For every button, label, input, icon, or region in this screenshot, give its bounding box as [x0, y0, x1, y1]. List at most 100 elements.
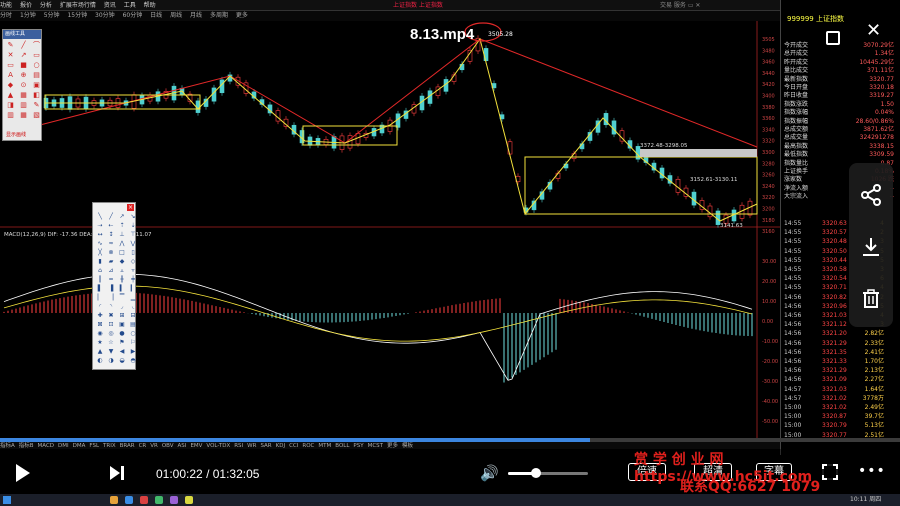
line-tool-icon[interactable]: ◜	[95, 303, 105, 311]
line-tool-icon[interactable]: ╫	[117, 276, 127, 284]
period-15min[interactable]: 15分钟	[67, 12, 87, 19]
line-tool-icon[interactable]: ▤	[128, 321, 138, 329]
line-tool-icon[interactable]: ↗	[117, 213, 127, 221]
line-tool-icon[interactable]: ▕	[106, 294, 116, 302]
line-tool-icon[interactable]: ⊡	[106, 321, 116, 329]
menu-item-ext-market[interactable]: 扩展市场行情	[60, 2, 96, 9]
period-week[interactable]: 周线	[170, 12, 182, 19]
draw-tool-icon[interactable]: ▦	[18, 111, 29, 120]
line-tool-icon[interactable]: □	[117, 249, 127, 257]
download-icon[interactable]	[849, 235, 893, 275]
draw-tool-icon[interactable]: ✎	[31, 101, 42, 110]
period-1min[interactable]: 1分钟	[20, 12, 36, 19]
line-tool-icon[interactable]: ◒	[117, 357, 127, 365]
menu-item-news[interactable]: 资讯	[104, 2, 116, 9]
volume-knob[interactable]	[531, 468, 541, 478]
line-tool-icon[interactable]: ╳	[95, 249, 105, 257]
line-tool-icon[interactable]: ⊠	[95, 321, 105, 329]
line-tool-icon[interactable]: ⊥	[117, 231, 127, 239]
draw-tool-icon[interactable]: ▣	[31, 81, 42, 90]
period-more[interactable]: 更多	[236, 12, 248, 19]
draw-tool-icon[interactable]: ○	[31, 61, 42, 70]
line-tool-icon[interactable]: ≈	[106, 240, 116, 248]
line-tool-icon[interactable]: ◎	[106, 330, 116, 338]
line-tool-icon[interactable]: ⚑	[117, 339, 127, 347]
line-tool-icon[interactable]: ⊗	[106, 249, 116, 257]
line-tool-icon[interactable]: ●	[117, 330, 127, 338]
draw-tool-icon[interactable]: ✕	[5, 51, 16, 60]
line-tool-icon[interactable]: ⊿	[106, 267, 116, 275]
app-icon-media[interactable]	[169, 496, 178, 504]
drawing-toolbox[interactable]: 画线工具 ✎ ╱ ⌒ ✕ ↗ ▭ ▭ ■ ○ A ⊕ ▤ ◆ ⊙ ▣ ▲ ▦ ◧ ◨ ▥ ✎ ▥ ▦ ▧ 显示画线	[2, 29, 42, 141]
line-tool-icon[interactable]: ╱	[106, 213, 116, 221]
menu-item-quote[interactable]: 报价	[20, 2, 32, 9]
line-tool-icon[interactable]: ⇠	[106, 222, 116, 230]
draw-tool-icon[interactable]: ↗	[18, 51, 29, 60]
line-tool-icon[interactable]: ◉	[95, 330, 105, 338]
draw-tool-icon[interactable]: ⌒	[31, 41, 42, 50]
period-intraday[interactable]: 分时	[0, 12, 12, 19]
line-tools-palette[interactable]: × ╲ ╱ ↗ ↘ ⇢ ⇠ ⇡ ⇣ ↔ ↕ ⊥ ⊤ ∿ ≈ ⋀ ⋁ ╳ ⊗ □ ▯ ▮ ▰ ◆ ◇ ⌂ ⊿ ▵ ▿ ║ ═ ╫ ╪ ▌ ▐ ▍ ▎ ▏ ▕…	[92, 202, 136, 370]
line-tool-icon[interactable]: ▎	[128, 285, 138, 293]
draw-tool-icon[interactable]: ▤	[31, 71, 42, 80]
draw-tool-icon[interactable]: ✎	[5, 41, 16, 50]
line-tool-icon[interactable]: ✖	[106, 312, 116, 320]
draw-tool-icon[interactable]: ◧	[31, 91, 42, 100]
app-icon-chat[interactable]	[154, 496, 163, 504]
line-tool-icon[interactable]: ◀	[117, 348, 127, 356]
line-tool-icon[interactable]: ▼	[106, 348, 116, 356]
line-tool-icon[interactable]: ▐	[106, 285, 116, 293]
draw-tool-icon[interactable]: ▦	[18, 91, 29, 100]
app-icon-folder[interactable]	[110, 496, 118, 504]
draw-tool-icon[interactable]: ■	[18, 61, 29, 70]
draw-tool-icon[interactable]: ▧	[31, 111, 42, 120]
line-tool-icon[interactable]: ▵	[117, 267, 127, 275]
line-tool-icon[interactable]: ◆	[117, 258, 127, 266]
draw-tool-icon[interactable]: ◨	[5, 101, 16, 110]
line-tool-icon[interactable]: ▯	[128, 249, 138, 257]
share-icon[interactable]	[849, 183, 893, 223]
period-5min[interactable]: 5分钟	[44, 12, 60, 19]
period-day[interactable]: 日线	[150, 12, 162, 19]
line-tool-icon[interactable]: ◞	[117, 303, 127, 311]
line-tool-icon[interactable]: ☆	[106, 339, 116, 347]
video-progress-bar[interactable]	[0, 438, 900, 442]
line-tool-icon[interactable]: ⇣	[128, 222, 138, 230]
menu-item-analysis[interactable]: 分析	[40, 2, 52, 9]
menu-item-tools[interactable]: 工具	[124, 2, 136, 9]
line-tool-icon[interactable]: ⋀	[117, 240, 127, 248]
line-tool-icon[interactable]: ⋁	[128, 240, 138, 248]
draw-tool-icon[interactable]: ⊕	[18, 71, 29, 80]
line-tool-icon[interactable]: ╲	[95, 213, 105, 221]
line-tool-icon[interactable]: ▶	[128, 348, 138, 356]
line-tool-icon[interactable]: ▍	[117, 285, 127, 293]
line-tool-icon[interactable]: ◓	[128, 357, 138, 365]
line-tool-icon[interactable]: ▌	[95, 285, 105, 293]
delete-icon[interactable]	[849, 287, 893, 327]
line-tool-icon[interactable]: ▁	[128, 294, 138, 302]
line-tool-icon[interactable]: ⌂	[95, 267, 105, 275]
line-tool-icon[interactable]: ▰	[106, 258, 116, 266]
line-tool-icon[interactable]: ▿	[128, 267, 138, 275]
menu-item-function[interactable]: 功能	[0, 2, 12, 9]
window-controls[interactable]: 交易 服务 ▭ ✕	[660, 0, 700, 11]
draw-tool-icon[interactable]: ◆	[5, 81, 16, 90]
draw-tool-icon[interactable]: ▥	[18, 101, 29, 110]
line-tool-icon[interactable]: ▮	[95, 258, 105, 266]
volume-slider[interactable]	[508, 468, 588, 478]
copy-icon[interactable]	[826, 31, 840, 45]
line-tool-icon[interactable]: ○	[128, 330, 138, 338]
line-tool-icon[interactable]: ▣	[117, 321, 127, 329]
line-tool-icon[interactable]: ⊞	[117, 312, 127, 320]
line-tool-icon[interactable]: ◑	[106, 357, 116, 365]
line-tool-icon[interactable]: ╪	[128, 276, 138, 284]
draw-tool-icon[interactable]: ⊙	[18, 81, 29, 90]
app-icon-notes[interactable]	[184, 496, 193, 504]
period-30min[interactable]: 30分钟	[95, 12, 115, 19]
volume-icon[interactable]: 🔊	[480, 465, 500, 481]
next-icon[interactable]	[110, 466, 132, 482]
line-tool-icon[interactable]: ◝	[106, 303, 116, 311]
period-month[interactable]: 月线	[190, 12, 202, 19]
toolbox-footer[interactable]: 显示画线	[6, 131, 26, 138]
play-icon[interactable]	[16, 464, 30, 482]
